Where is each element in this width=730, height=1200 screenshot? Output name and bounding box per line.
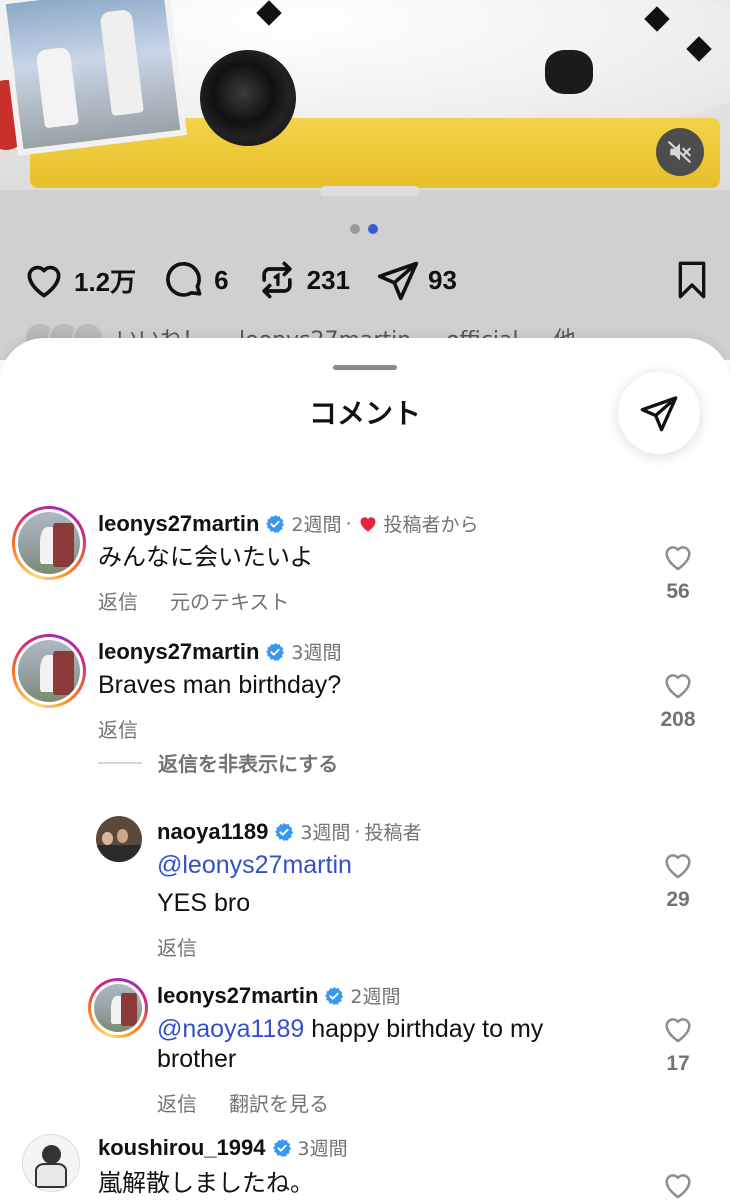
like-count: 17 — [666, 1052, 690, 1075]
share-count: 93 — [428, 264, 457, 295]
username[interactable]: naoya1189 — [157, 819, 268, 845]
creator-heart-icon — [358, 514, 378, 534]
comment-meta: naoya1189 3週間 · 投稿者 — [157, 818, 421, 845]
comment-item: leonys27martin 2週間 · 投稿者から みんなに会いたいよ 返信 … — [0, 506, 730, 616]
repost-icon — [261, 261, 292, 299]
timestamp: 3週間 — [300, 822, 351, 844]
speaker-muted-icon — [668, 141, 691, 163]
liked-by-creator-badge: 投稿者から — [383, 514, 479, 536]
timestamp: 3週間 — [297, 1138, 348, 1160]
like-count: 29 — [666, 888, 690, 911]
comment-actions: 返信 元のテキスト — [98, 586, 289, 615]
post-background: 1.2万 6 231 93 — [0, 0, 730, 360]
comment-text: 嵐解散しましたね。 — [98, 1169, 314, 1197]
comment-text: YES bro — [157, 889, 251, 917]
paper-plane-icon — [377, 261, 419, 301]
avatar[interactable] — [88, 978, 148, 1038]
save-button[interactable] — [672, 260, 712, 304]
verified-badge-icon — [265, 514, 285, 534]
verified-badge-icon — [272, 1138, 292, 1158]
comment-like: 208 — [650, 668, 706, 732]
comment-like — [650, 1168, 706, 1200]
heart-icon[interactable] — [661, 540, 695, 574]
separator: · — [354, 820, 361, 843]
post-actions: 1.2万 6 231 93 — [22, 256, 712, 304]
timestamp: 3週間 — [291, 642, 342, 664]
comment-item: koushirou_1994 3週間 嵐解散しましたね。 — [0, 1134, 730, 1200]
comment-count: 6 — [214, 264, 229, 295]
reply-button[interactable]: 返信 — [157, 1088, 197, 1117]
author-badge: 投稿者 — [364, 822, 422, 844]
comment-bubble-icon — [166, 261, 202, 297]
username[interactable]: leonys27martin — [98, 511, 259, 537]
reply-button[interactable]: 返信 — [98, 714, 138, 743]
see-translation-button[interactable]: 翻訳を見る — [229, 1088, 329, 1117]
mention-link[interactable]: @leonys27martin — [157, 850, 352, 880]
reply-item: naoya1189 3週間 · 投稿者 @leonys27martin YES … — [0, 814, 730, 960]
username[interactable]: leonys27martin — [98, 639, 259, 665]
verified-badge-icon — [274, 822, 294, 842]
mute-button[interactable] — [656, 128, 704, 176]
heart-icon[interactable] — [661, 1012, 695, 1046]
avatar[interactable] — [12, 506, 86, 580]
rose-decoration-small — [545, 50, 593, 94]
comment-text-line: brother — [157, 1045, 237, 1073]
comment-meta: leonys27martin 2週間 · 投稿者から — [98, 510, 479, 537]
heart-icon[interactable] — [661, 1168, 695, 1200]
hide-replies-label: 返信を非表示にする — [158, 752, 339, 776]
share-post-button[interactable] — [618, 372, 700, 454]
username[interactable]: koushirou_1994 — [98, 1135, 266, 1161]
comment-text: @naoya1189 happy birthday to my — [157, 1014, 543, 1044]
rose-decoration — [200, 50, 296, 146]
timestamp: 2週間 — [350, 986, 401, 1008]
comment-meta: leonys27martin 2週間 — [157, 982, 401, 1009]
heart-icon[interactable] — [661, 668, 695, 702]
photo-print — [0, 0, 187, 156]
reply-button[interactable]: 返信 — [98, 586, 138, 615]
comment-like: 56 — [650, 540, 706, 604]
share-action[interactable]: 93 — [376, 258, 457, 302]
comment-meta: koushirou_1994 3週間 — [98, 1134, 348, 1161]
bookmark-icon — [678, 261, 706, 299]
like-count: 56 — [666, 580, 690, 603]
timestamp: 2週間 — [291, 514, 342, 536]
avatar[interactable] — [12, 634, 86, 708]
hide-replies-button[interactable]: 返信を非表示にする — [98, 748, 338, 777]
carousel-indicator — [350, 224, 378, 234]
comment-item: leonys27martin 3週間 Braves man birthday? … — [0, 634, 730, 784]
reply-button[interactable]: 返信 — [157, 932, 197, 961]
heart-icon[interactable] — [661, 848, 695, 882]
comment-actions: 返信 翻訳を見る — [157, 1088, 329, 1117]
repost-count: 231 — [306, 264, 351, 295]
avatar[interactable] — [96, 816, 142, 862]
username[interactable]: leonys27martin — [157, 983, 318, 1009]
verified-badge-icon — [324, 986, 344, 1006]
mention-link[interactable]: @naoya1189 — [157, 1015, 304, 1043]
like-count: 1.2万 — [74, 266, 137, 297]
comment-meta: leonys27martin 3週間 — [98, 638, 342, 665]
verified-badge-icon — [265, 642, 285, 662]
comment-like: 17 — [650, 1012, 706, 1076]
comment-text-line: happy birthday to my — [304, 1015, 544, 1043]
comment-text: みんなに会いたいよ — [98, 543, 314, 571]
reply-item: leonys27martin 2週間 @naoya1189 happy birt… — [0, 978, 730, 1128]
avatar[interactable] — [22, 1134, 80, 1192]
comment-like: 29 — [650, 848, 706, 912]
heart-icon — [27, 265, 61, 298]
comment-text: Braves man birthday? — [98, 671, 342, 699]
carousel-dot — [350, 224, 360, 234]
comment-actions: 返信 — [157, 932, 197, 961]
like-count: 208 — [660, 708, 696, 731]
comments-sheet: コメント leonys27martin 2週間 · 投稿者から みんなに会いたい… — [0, 338, 730, 1200]
paper-plane-icon — [640, 396, 678, 432]
post-media[interactable] — [0, 0, 730, 200]
comment-action[interactable]: 6 — [162, 258, 229, 302]
separator: · — [345, 512, 352, 535]
comment-actions: 返信 — [98, 714, 138, 743]
like-action[interactable]: 1.2万 — [22, 258, 136, 302]
carousel-dot-active — [368, 224, 378, 234]
sheet-drag-handle[interactable] — [333, 365, 397, 370]
see-original-button[interactable]: 元のテキスト — [170, 586, 289, 615]
repost-action[interactable]: 231 — [255, 258, 350, 302]
